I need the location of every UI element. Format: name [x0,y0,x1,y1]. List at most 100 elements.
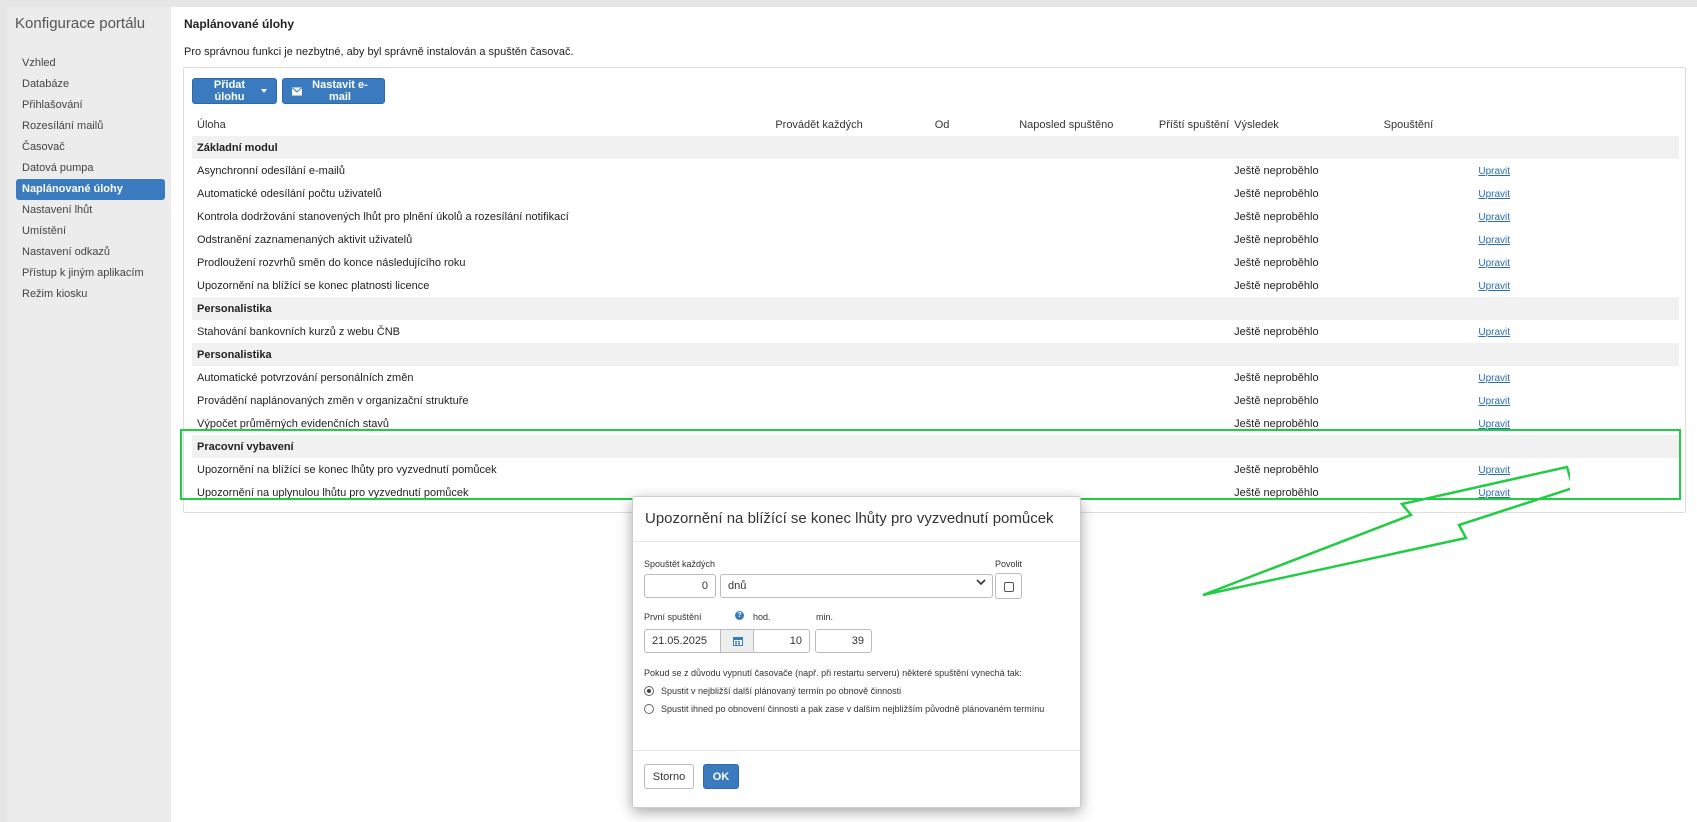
edit-link[interactable]: Upravit [1478,281,1510,292]
sidebar-item[interactable]: Přihlašování [16,95,165,116]
tasks-panel: Přidat úlohu Nastavit e-mail Úloha Prová… [183,67,1686,513]
edit-link[interactable]: Upravit [1478,166,1510,177]
launch-cell [1379,182,1471,205]
result-cell: Ještě neproběhlo [1234,394,1319,407]
sidebar-item[interactable]: Přístup k jiným aplikacím [16,263,165,284]
last-run-cell [1014,320,1154,343]
edit-link[interactable]: Upravit [1478,258,1510,269]
result-cell: Ještě neproběhlo [1234,325,1319,338]
launch-cell [1379,251,1471,274]
first-run-date-input[interactable] [644,629,722,653]
sidebar-item[interactable]: Naplánované úlohy [16,179,165,200]
column-header: Spouštění [1383,118,1434,131]
edit-task-dialog: Upozornění na blížící se konec lhůty pro… [632,496,1081,808]
sidebar-item[interactable]: Rozesílání mailů [16,116,165,137]
ok-button[interactable]: OK [703,764,739,789]
edit-link[interactable]: Upravit [1478,465,1510,476]
sidebar-item[interactable]: Nastavení odkazů [16,242,165,263]
launch-cell [1379,159,1471,182]
edit-link[interactable]: Upravit [1478,327,1510,338]
action-cell: Upravit [1470,412,1679,435]
task-name-cell: Upozornění na blížící se konec platnosti… [197,279,430,292]
launch-cell [1379,412,1471,435]
hour-input[interactable] [753,629,810,653]
next-run-cell [1154,274,1229,297]
enable-label: Povolit [995,559,1023,569]
task-name-cell: Kontrola dodržování stanovených lhůt pro… [197,210,569,223]
help-icon[interactable]: ? [735,611,744,620]
edit-link[interactable]: Upravit [1478,396,1510,407]
unit-select[interactable]: dnů [720,574,993,598]
dialog-title: Upozornění na blížící se konec lhůty pro… [645,510,1054,527]
missed-run-note: Pokud se z důvodu vypnutí časovače (např… [644,668,1022,678]
enable-checkbox[interactable] [995,573,1022,599]
hour-label: hod. [753,612,771,622]
table-row: Automatické odesílání počtu uživatelů Ješ… [192,182,1679,205]
edit-link[interactable]: Upravit [1478,189,1510,200]
sidebar-item[interactable]: Umístění [16,221,165,242]
action-cell: Upravit [1470,389,1679,412]
sidebar-item[interactable]: Databáze [16,74,165,95]
table-row: Prodloužení rozvrhů směn do konce násled… [192,251,1679,274]
option-run-immediately-label: Spustit ihned po obnovení činnosti a pak… [661,704,1045,714]
interval-cell [770,159,929,182]
edit-link[interactable]: Upravit [1478,488,1510,499]
from-cell [930,205,1014,228]
next-run-cell [1154,251,1229,274]
column-header: Příští spuštění [1158,118,1230,131]
task-name-cell: Odstranění zaznamenaných aktivit uživate… [197,233,413,246]
launch-cell [1379,389,1471,412]
group-name: Pracovní vybavení [192,435,1679,458]
sidebar-item[interactable]: Vzhled [16,53,165,74]
action-cell: Upravit [1470,320,1679,343]
interval-cell [770,320,929,343]
table-row: Výpočet průměrných evidenčních stavů Ješt… [192,412,1679,435]
cancel-button[interactable]: Storno [644,764,694,789]
next-run-cell [1154,205,1229,228]
from-cell [930,274,1014,297]
sidebar-item[interactable]: Nastavení lhůt [16,200,165,221]
sidebar: Konfigurace portálu Vzhled Databáze Přihla… [7,7,171,822]
launch-cell [1379,228,1471,251]
edit-link[interactable]: Upravit [1478,235,1510,246]
task-name-cell: Upozornění na blížící se konec lhůty pro… [197,463,497,476]
add-task-button[interactable]: Přidat úlohu [192,78,277,104]
launch-cell [1379,274,1471,297]
calendar-button[interactable] [720,629,756,653]
timer-note: Pro správnou funkci je nezbytné, aby byl… [184,46,574,58]
result-cell: Ještě neproběhlo [1234,187,1319,200]
interval-cell [770,228,929,251]
sidebar-menu: Vzhled Databáze Přihlašování Rozesílání mai… [16,53,165,305]
set-email-button[interactable]: Nastavit e-mail [282,78,385,104]
tasks-body: Základní modul Asynchronní odesílání e-ma… [192,136,1679,504]
sidebar-item[interactable]: Datová pumpa [16,158,165,179]
interval-cell [770,205,929,228]
task-name-cell: Asynchronní odesílání e-mailů [197,164,345,177]
add-task-label: Přidat úlohu [213,79,246,103]
result-cell: Ještě neproběhlo [1234,486,1319,499]
action-cell: Upravit [1470,251,1679,274]
option-run-immediately-radio[interactable] [644,704,654,714]
first-run-label: První spuštění [644,612,702,622]
minute-input[interactable] [815,629,872,653]
option-next-planned-radio[interactable] [644,686,654,696]
launch-cell [1379,366,1471,389]
group-row: Pracovní vybavení [192,435,1679,458]
edit-link[interactable]: Upravit [1478,212,1510,223]
interval-cell [770,251,929,274]
column-header: Od [934,118,950,131]
column-header: Naposled spuštěno [1019,118,1114,131]
from-cell [930,458,1014,481]
table-row: Provádění naplánovaných změn v organizač… [192,389,1679,412]
edit-link[interactable]: Upravit [1478,419,1510,430]
action-cell: Upravit [1470,458,1679,481]
last-run-cell [1014,205,1154,228]
edit-link[interactable]: Upravit [1478,373,1510,384]
from-cell [930,182,1014,205]
dialog-divider [633,750,1080,751]
sidebar-item[interactable]: Časovač [16,137,165,158]
run-every-input[interactable] [644,574,716,598]
set-email-label: Nastavit e-mail [312,79,368,103]
sidebar-item[interactable]: Režim kiosku [16,284,165,305]
interval-cell [770,274,929,297]
